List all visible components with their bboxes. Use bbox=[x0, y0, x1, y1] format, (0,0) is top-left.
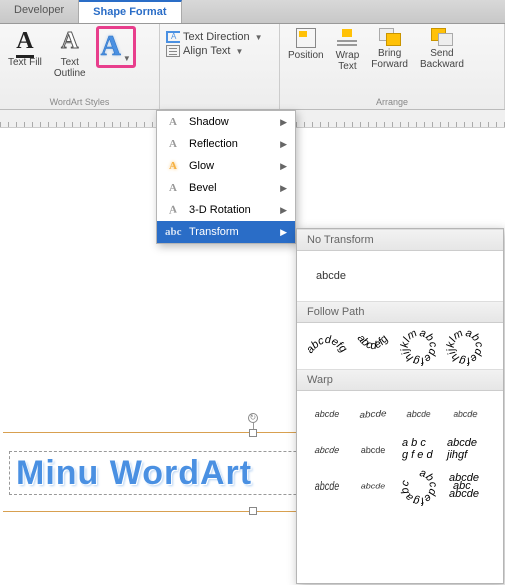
svg-text:abcdefg: abcdefg bbox=[355, 332, 392, 352]
section-warp: Warp bbox=[297, 369, 503, 391]
align-text-button[interactable]: Align Text▼ bbox=[166, 44, 273, 58]
transform-button[interactable]: abcdefghijklmnop bbox=[445, 331, 485, 361]
warp-2[interactable]: abcde bbox=[351, 398, 395, 431]
wrap-text-button[interactable]: Wrap Text bbox=[334, 26, 362, 74]
warp-6[interactable]: abcde bbox=[351, 435, 395, 465]
section-follow-path: Follow Path bbox=[297, 301, 503, 323]
position-icon bbox=[296, 28, 316, 48]
menu-item-shadow[interactable]: AShadow▶ bbox=[157, 111, 295, 133]
text-effects-menu: AShadow▶ AReflection▶ AGlow▶ ABevel▶ A3-… bbox=[156, 110, 296, 244]
resize-handle-top[interactable] bbox=[249, 429, 257, 437]
group-label-wordart: WordArt Styles bbox=[6, 95, 153, 109]
transform-gallery: No Transform abcde Follow Path abcdefg a… bbox=[296, 228, 504, 584]
warp-5[interactable]: abcde bbox=[305, 435, 349, 465]
svg-text:abcdefgabc: abcdefgabc bbox=[399, 467, 439, 507]
svg-text:abcdefghijklmnop: abcdefghijklmnop bbox=[442, 323, 485, 367]
menu-item-reflection[interactable]: AReflection▶ bbox=[157, 133, 295, 155]
menu-item-bevel[interactable]: ABevel▶ bbox=[157, 177, 295, 199]
warp-12[interactable]: abcdeabcabcde bbox=[445, 471, 485, 501]
ribbon-tabs: Developer Shape Format bbox=[0, 0, 505, 24]
bring-forward-icon bbox=[379, 28, 401, 46]
group-label-arrange: Arrange bbox=[286, 95, 498, 109]
dropdown-caret-icon: ▼ bbox=[123, 54, 131, 63]
svg-text:g f e d: g f e d bbox=[402, 449, 433, 461]
svg-text:abcdefg: abcdefg bbox=[304, 334, 350, 356]
svg-text:abcdefghijklm: abcdefghijklm bbox=[399, 327, 439, 367]
group-wordart-styles: A Text Fill A Text Outline A ▼ WordArt S… bbox=[0, 24, 160, 109]
section-no-transform: No Transform bbox=[297, 229, 503, 251]
bring-forward-button[interactable]: Bring Forward bbox=[369, 26, 410, 72]
warp-11[interactable]: abcdefgabc bbox=[399, 471, 439, 501]
warp-7[interactable]: a b cg f e d bbox=[399, 435, 439, 465]
ribbon: A Text Fill A Text Outline A ▼ WordArt S… bbox=[0, 24, 505, 110]
menu-item-glow[interactable]: AGlow▶ bbox=[157, 155, 295, 177]
text-fill-button[interactable]: A Text Fill bbox=[6, 26, 44, 70]
position-button[interactable]: Position bbox=[286, 26, 326, 63]
transform-circle[interactable]: abcdefghijklm bbox=[399, 331, 439, 361]
tab-shape-format[interactable]: Shape Format bbox=[79, 0, 181, 23]
menu-item-3d-rotation[interactable]: A3-D Rotation▶ bbox=[157, 199, 295, 221]
text-fill-icon: A bbox=[16, 28, 33, 55]
tab-developer[interactable]: Developer bbox=[0, 0, 79, 23]
resize-handle-bottom[interactable] bbox=[249, 507, 257, 515]
warp-10[interactable]: abcde bbox=[353, 474, 393, 498]
rotation-handle[interactable] bbox=[248, 413, 258, 423]
text-direction-button[interactable]: Text Direction▼ bbox=[166, 30, 273, 44]
wrap-text-icon bbox=[337, 28, 357, 48]
svg-text:abcde: abcde bbox=[449, 488, 479, 500]
text-outline-icon: A bbox=[61, 28, 78, 55]
transform-none[interactable]: abcde bbox=[311, 261, 351, 291]
svg-text:jihgf: jihgf bbox=[445, 449, 468, 461]
warp-1[interactable]: abcde bbox=[307, 399, 347, 429]
svg-text:a b c: a b c bbox=[402, 437, 426, 449]
warp-3[interactable]: abcde bbox=[398, 398, 437, 430]
group-arrange: Position Wrap Text Bring Forward Send Ba… bbox=[280, 24, 505, 109]
group-text: Text Direction▼ Align Text▼ bbox=[160, 24, 280, 109]
align-text-icon bbox=[166, 45, 180, 57]
warp-8[interactable]: abcdejihgf bbox=[445, 435, 485, 465]
transform-arch-up[interactable]: abcdefg bbox=[307, 331, 347, 361]
transform-arch-down[interactable]: abcdefg bbox=[353, 331, 393, 361]
text-effects-button[interactable]: A ▼ bbox=[96, 26, 136, 68]
send-backward-button[interactable]: Send Backward bbox=[418, 26, 466, 72]
warp-9[interactable]: abcde bbox=[307, 467, 347, 506]
wordart-text[interactable]: Minu WordArt bbox=[10, 454, 252, 493]
text-direction-icon bbox=[166, 31, 180, 43]
warp-4[interactable]: abcde bbox=[447, 398, 486, 430]
menu-item-transform[interactable]: abcTransform▶ bbox=[157, 221, 295, 243]
text-outline-button[interactable]: A Text Outline bbox=[52, 26, 88, 81]
text-effects-icon: A bbox=[101, 31, 121, 63]
send-backward-icon bbox=[431, 28, 453, 46]
svg-text:abcde: abcde bbox=[447, 437, 477, 449]
